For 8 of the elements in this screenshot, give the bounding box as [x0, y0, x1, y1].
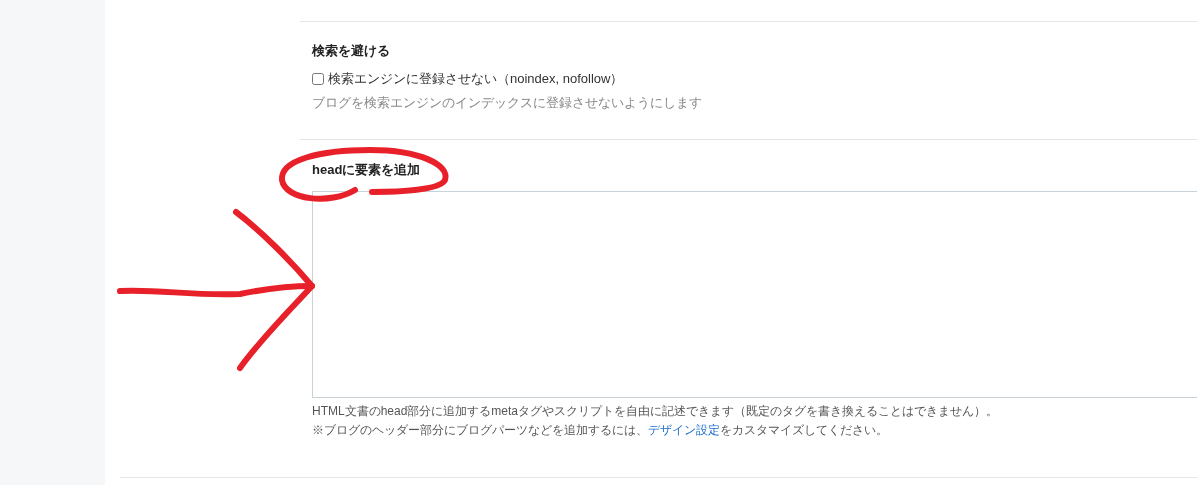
- description-text: ブログを検索エンジンのインデックスに登録させないようにします: [312, 94, 703, 112]
- design-settings-link[interactable]: デザイン設定: [648, 423, 720, 437]
- section-heading: headに要素を追加: [312, 161, 422, 179]
- noindex-checkbox[interactable]: [312, 73, 324, 85]
- note-text: ※ブログのヘッダー部分にブログパーツなどを追加するには、デザイン設定をカスタマイズしてください。: [312, 422, 889, 439]
- checkbox-label: 検索エンジンに登録させない（noindex, nofollow）: [328, 70, 624, 88]
- section-heading: 検索を避ける: [312, 42, 391, 60]
- help-text: HTML文書のhead部分に追加するmetaタグやスクリプトを自由に記述できます（既定のタグを書き換えることはできません）。: [312, 403, 1000, 420]
